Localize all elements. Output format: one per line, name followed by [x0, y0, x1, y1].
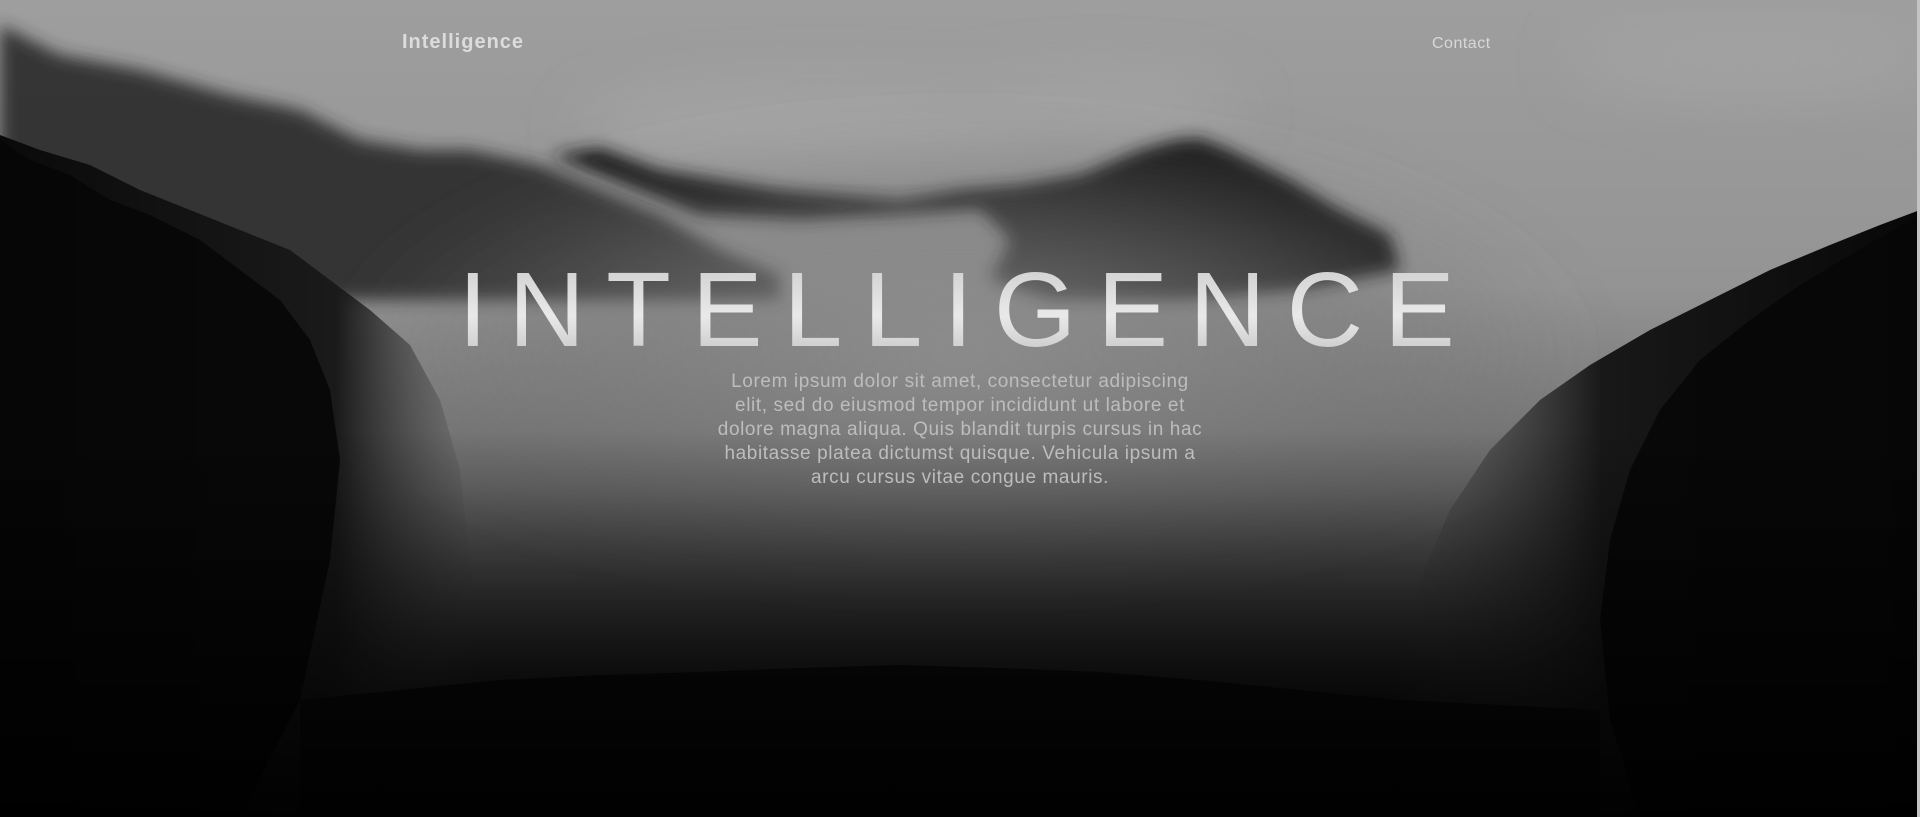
brand-logo-link[interactable]: Intelligence — [402, 31, 524, 54]
nav-link-contact[interactable]: Contact — [1432, 35, 1491, 53]
hero-description: Lorem ipsum dolor sit amet, consectetur … — [717, 371, 1203, 488]
hero-title: INTELLIGENCE — [0, 250, 1920, 370]
hero-section: Intelligence Contact INTELLIGENCE Lorem … — [0, 0, 1920, 817]
top-navigation: Intelligence Contact — [0, 0, 1920, 88]
